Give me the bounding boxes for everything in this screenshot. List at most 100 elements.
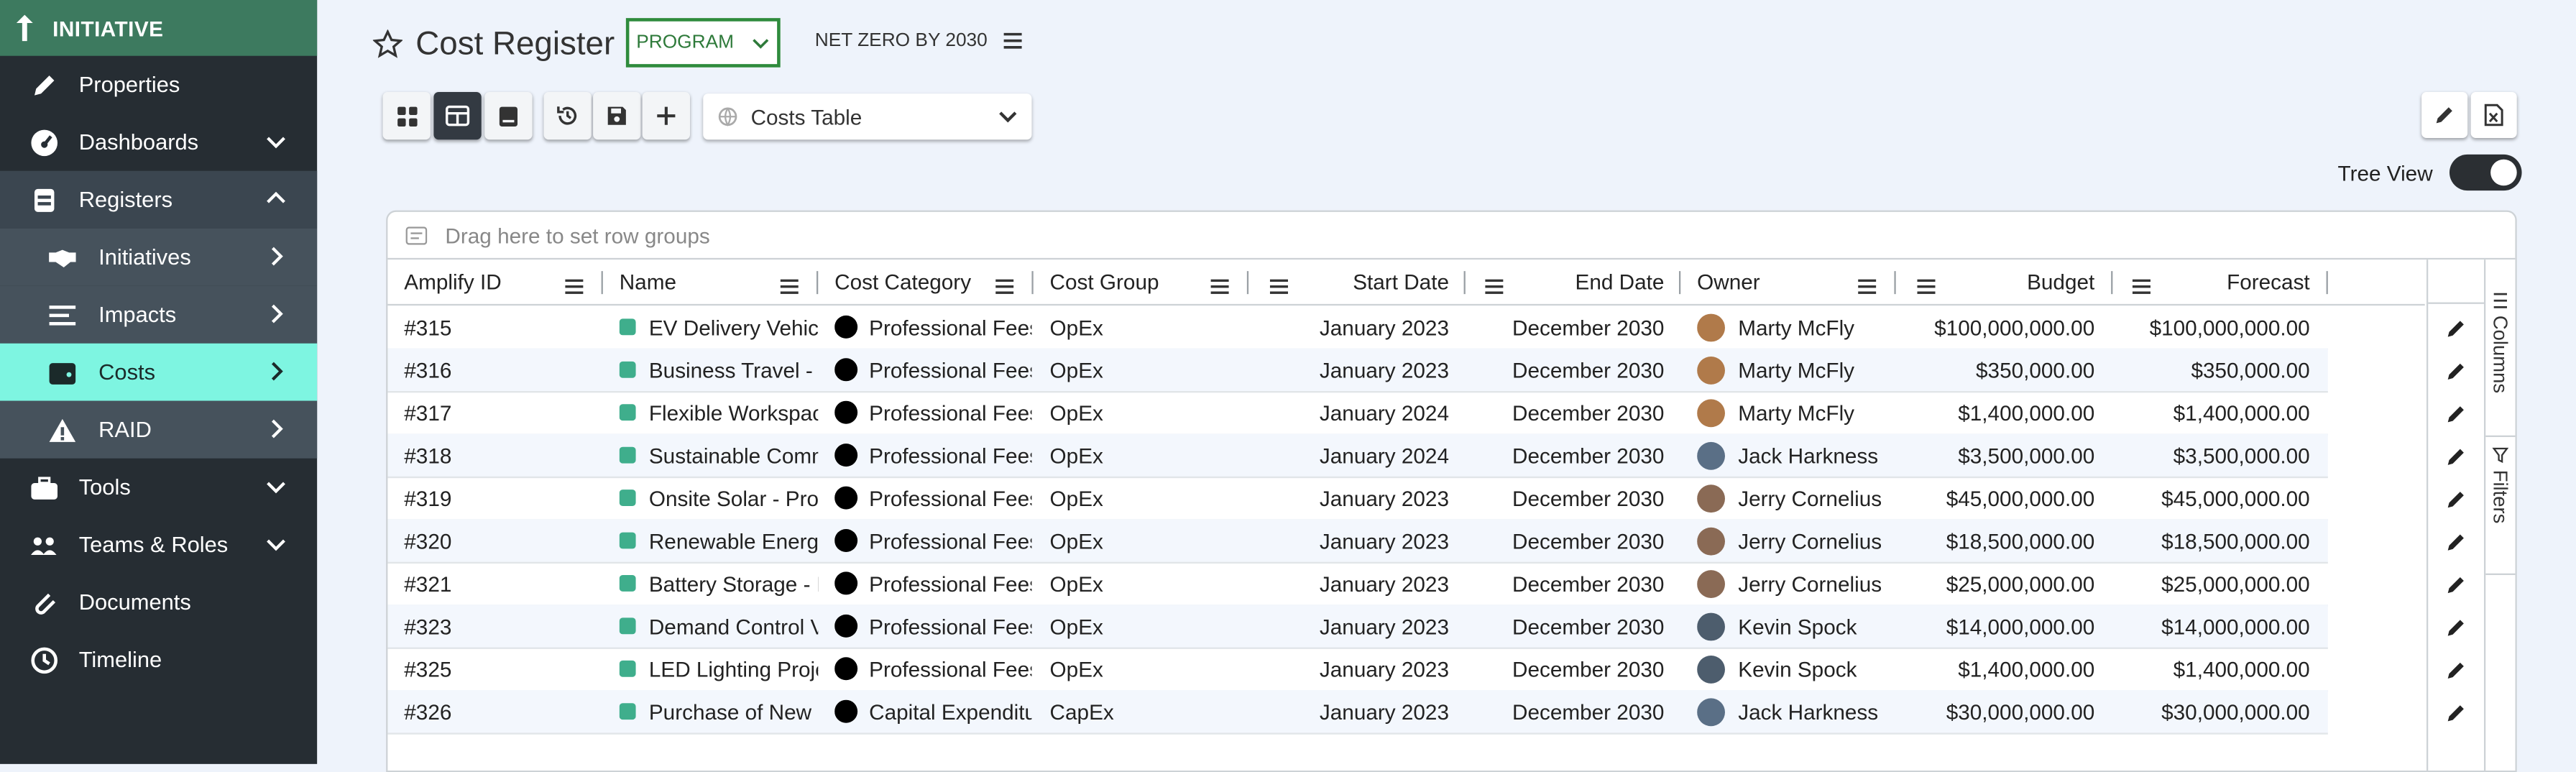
link-icon[interactable] <box>619 361 636 378</box>
column-header[interactable]: Cost Group <box>1050 259 1198 304</box>
column-separator[interactable] <box>816 271 819 295</box>
avatar <box>1697 654 1725 683</box>
cell-name[interactable]: Purchase of New C <box>619 690 818 732</box>
column-header[interactable]: Cost Category <box>834 259 1015 304</box>
table-view-button[interactable] <box>433 91 482 140</box>
column-menu-icon[interactable] <box>1917 275 1936 294</box>
history-button[interactable] <box>543 91 592 140</box>
table-row[interactable]: #315 EV Delivery Vehicle Professional Fees… <box>387 305 2328 350</box>
program-dropdown[interactable]: PROGRAM <box>625 18 781 68</box>
sidebar-item-timeline[interactable]: Timeline <box>0 631 317 689</box>
column-separator[interactable] <box>1678 271 1681 295</box>
cell-forecast: $30,000,000.00 <box>2161 699 2310 724</box>
sidebar-item-registers[interactable]: Registers <box>0 170 318 229</box>
table-row[interactable]: #325 LED Lighting Proje Professional Fees O… <box>387 648 2328 692</box>
column-header[interactable]: Owner <box>1697 259 1845 304</box>
column-separator[interactable] <box>2111 271 2113 295</box>
table-row[interactable]: #318 Sustainable Comm Professional Fees OpE… <box>387 433 2328 479</box>
cell-name[interactable]: Demand Control V <box>619 605 818 647</box>
sidebar-item-initiatives[interactable]: Initiatives <box>0 228 318 286</box>
column-menu-icon[interactable] <box>2132 275 2150 294</box>
context-label[interactable]: NET ZERO BY 2030 <box>815 31 1022 51</box>
row-edit-pencil-icon[interactable] <box>2444 616 2467 639</box>
table-row[interactable]: #326 Purchase of New C Capital Expenditu Ca… <box>387 689 2328 735</box>
link-icon[interactable] <box>619 617 636 635</box>
row-edit-pencil-icon[interactable] <box>2444 659 2467 682</box>
filters-tab[interactable]: Filters <box>2489 447 2512 523</box>
link-icon[interactable] <box>619 490 636 506</box>
column-separator[interactable] <box>1031 271 1034 295</box>
sidebar-item-raid[interactable]: RAID <box>0 400 318 459</box>
row-edit-pencil-icon[interactable] <box>2444 530 2467 553</box>
link-icon[interactable] <box>619 404 636 421</box>
report-view-button[interactable] <box>484 91 533 140</box>
table-row[interactable]: #323 Demand Control V Professional Fees OpE… <box>387 605 2328 649</box>
cell-budget: $45,000,000.00 <box>1946 485 2095 510</box>
column-menu-icon[interactable] <box>1485 275 1504 294</box>
sidebar-header[interactable]: INITIATIVE <box>0 0 318 56</box>
table-row[interactable]: #317 Flexible Workspac Professional Fees Op… <box>387 391 2328 436</box>
column-header[interactable]: Name <box>620 259 768 304</box>
column-menu-icon[interactable] <box>780 275 799 294</box>
sidebar-item-documents[interactable]: Documents <box>0 574 317 631</box>
cell-name[interactable]: Flexible Workspac <box>619 391 818 433</box>
table-row[interactable]: #316 Business Travel - F Professional Fees… <box>387 348 2328 393</box>
sidebar-item-impacts[interactable]: Impacts <box>0 285 318 344</box>
row-edit-pencil-icon[interactable] <box>2444 574 2467 597</box>
column-separator[interactable] <box>1894 271 1896 295</box>
cell-name[interactable]: Onsite Solar - Prof <box>619 477 818 519</box>
cell-name[interactable]: Battery Storage - F <box>619 562 818 605</box>
cell-name[interactable]: Business Travel - F <box>619 349 818 391</box>
category-dot-icon <box>834 571 858 595</box>
export-excel-button[interactable] <box>2470 91 2517 138</box>
sidebar-item-tools[interactable]: Tools <box>0 459 317 516</box>
table-row[interactable]: #321 Battery Storage - F Professional Fees… <box>387 562 2328 607</box>
link-icon[interactable] <box>619 660 636 677</box>
row-edit-pencil-icon[interactable] <box>2444 360 2467 383</box>
row-edit-pencil-icon[interactable] <box>2444 702 2467 725</box>
row-edit-pencil-icon[interactable] <box>2444 403 2467 426</box>
card-view-button[interactable] <box>382 91 431 140</box>
sidebar-item-teams-roles[interactable]: Teams & Roles <box>0 516 317 574</box>
link-icon[interactable] <box>619 446 636 464</box>
row-edit-pencil-icon[interactable] <box>2444 445 2467 468</box>
view-select[interactable]: Costs Table <box>703 93 1032 140</box>
sidebar-item-dashboards[interactable]: Dashboards <box>0 114 317 171</box>
link-icon[interactable] <box>619 574 636 592</box>
link-icon[interactable] <box>619 703 636 720</box>
cell-name[interactable]: LED Lighting Proje <box>619 648 818 690</box>
edit-button[interactable] <box>2421 91 2468 138</box>
link-icon[interactable] <box>619 318 636 336</box>
column-menu-icon[interactable] <box>565 275 584 294</box>
column-header[interactable]: Budget <box>1949 259 2094 304</box>
cell-name[interactable]: Sustainable Comm <box>619 433 818 476</box>
column-menu-icon[interactable] <box>995 275 1014 294</box>
sidebar-item-properties[interactable]: Properties <box>0 56 317 114</box>
star-icon[interactable] <box>372 29 402 59</box>
save-button[interactable] <box>593 91 641 140</box>
table-row[interactable]: #319 Onsite Solar - Prof Professional Fees… <box>387 477 2328 521</box>
row-edit-pencil-icon[interactable] <box>2444 488 2467 511</box>
column-separator[interactable] <box>1246 271 1249 295</box>
column-separator[interactable] <box>1463 271 1466 295</box>
column-separator[interactable] <box>2326 271 2328 295</box>
column-menu-icon[interactable] <box>1269 275 1288 294</box>
table-row[interactable]: #320 Renewable Energy Professional Fees OpE… <box>387 519 2328 564</box>
tree-view-toggle[interactable] <box>2449 154 2522 191</box>
add-button[interactable] <box>642 91 690 140</box>
column-header[interactable]: Start Date <box>1307 259 1449 304</box>
column-header[interactable]: End Date <box>1514 259 1665 304</box>
category-dot-icon <box>834 486 858 510</box>
column-separator[interactable] <box>601 271 603 295</box>
column-menu-icon[interactable] <box>1210 275 1229 294</box>
sidebar-item-costs[interactable]: Costs <box>0 343 318 401</box>
column-menu-icon[interactable] <box>1858 275 1877 294</box>
column-header[interactable]: Forecast <box>2162 259 2310 304</box>
cell-name[interactable]: EV Delivery Vehicle <box>619 305 818 348</box>
cell-name[interactable]: Renewable Energy <box>619 519 818 561</box>
link-icon[interactable] <box>619 532 636 549</box>
row-edit-pencil-icon[interactable] <box>2444 317 2467 340</box>
column-header[interactable]: Amplify ID <box>404 259 569 304</box>
columns-tab[interactable]: Columns <box>2489 293 2512 393</box>
row-group-dropzone[interactable]: Drag here to set row groups <box>387 212 2516 260</box>
